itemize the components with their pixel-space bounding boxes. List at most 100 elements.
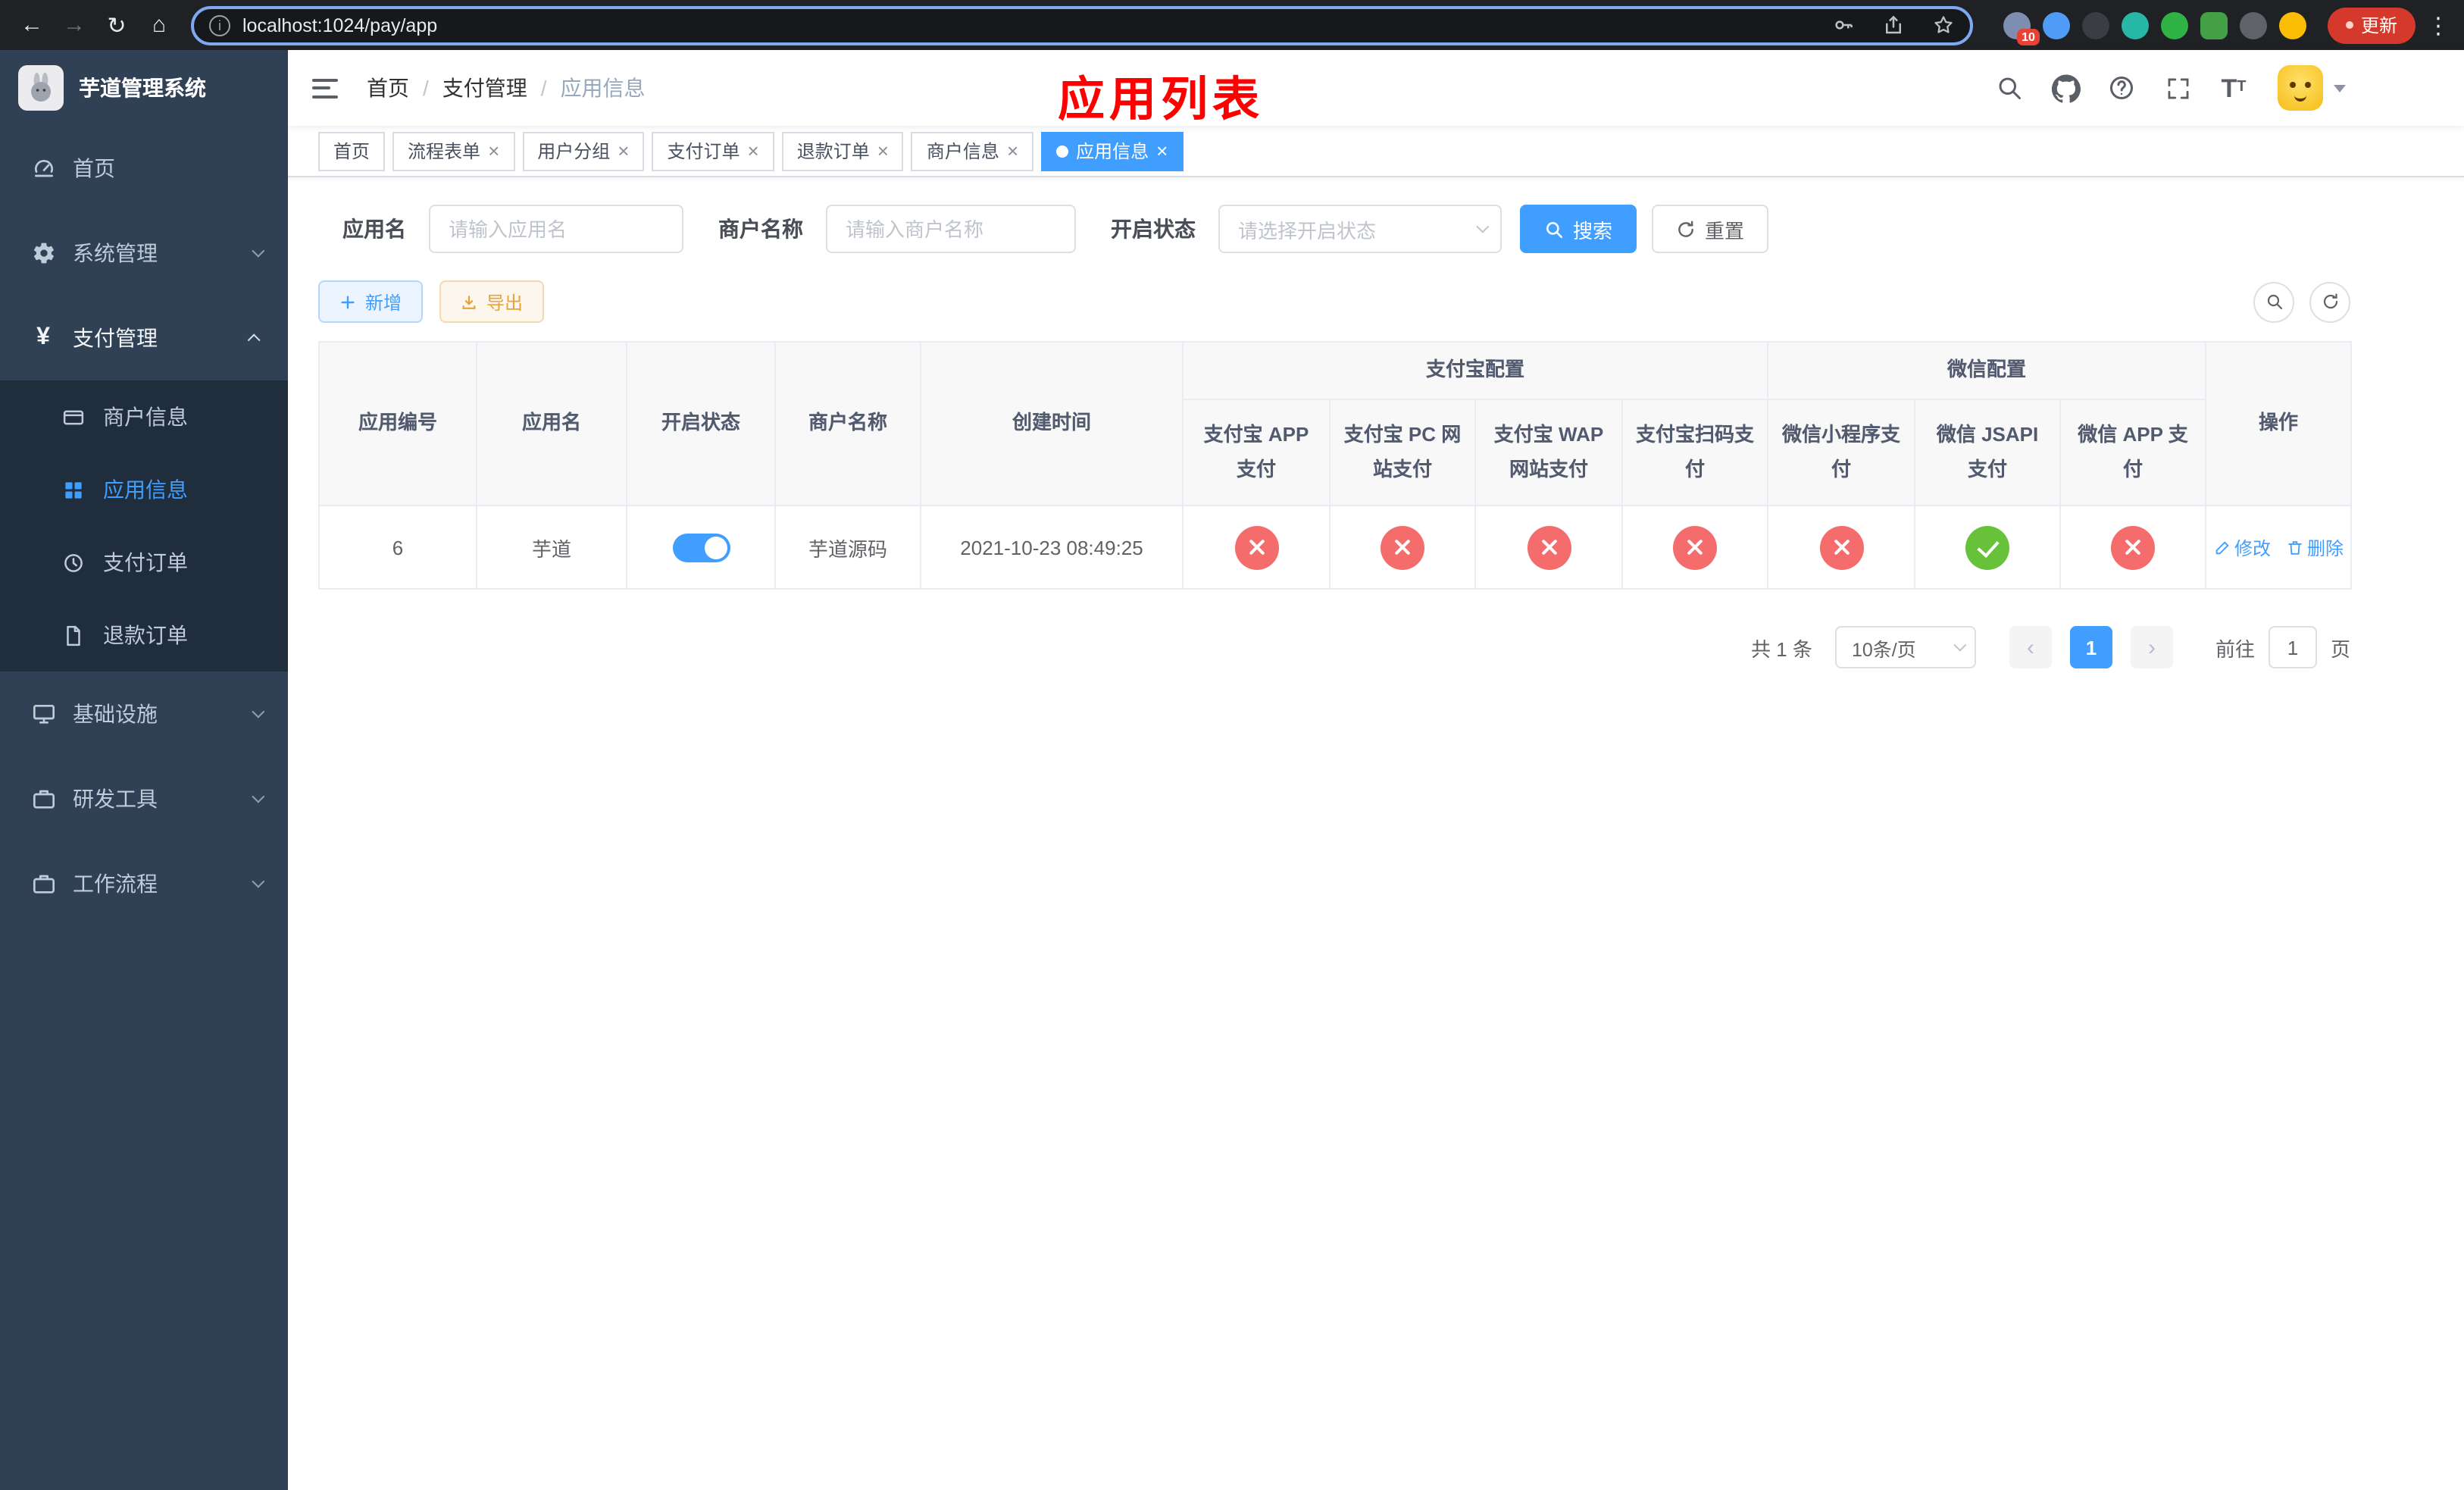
tab-pay-orders[interactable]: 支付订单 × <box>652 131 774 171</box>
sidebar-item-merchant-info[interactable]: 商户信息 <box>0 380 288 453</box>
search-button[interactable]: 搜索 <box>1520 205 1637 253</box>
close-icon[interactable]: × <box>1007 141 1018 161</box>
sidebar-item-label: 商户信息 <box>103 405 188 429</box>
forward-icon[interactable]: → <box>55 5 94 45</box>
disabled-icon <box>1819 525 1864 569</box>
sidebar-item-home[interactable]: 首页 <box>0 126 288 211</box>
sidebar-item-app-info[interactable]: 应用信息 <box>0 453 288 526</box>
status-select[interactable]: 请选择开启状态 <box>1218 205 1502 253</box>
app-logo <box>18 65 64 111</box>
search-icon[interactable] <box>1994 73 2025 103</box>
user-menu[interactable] <box>2278 65 2346 111</box>
password-key-icon[interactable] <box>1832 14 1855 36</box>
refresh-icon <box>2322 293 2337 309</box>
extension-icon-7[interactable] <box>2239 11 2267 39</box>
tab-home[interactable]: 首页 <box>318 131 386 171</box>
reload-icon[interactable]: ↻ <box>97 5 136 45</box>
tab-merchant-info[interactable]: 商户信息 × <box>911 131 1034 171</box>
back-icon[interactable]: ← <box>12 5 52 45</box>
plus-icon <box>341 295 355 308</box>
app-name-input[interactable] <box>429 205 683 253</box>
sidebar-item-payment[interactable]: ¥ 支付管理 <box>0 296 288 380</box>
tab-user-group[interactable]: 用户分组 × <box>522 131 645 171</box>
sidebar-item-refund-orders[interactable]: 退款订单 <box>0 599 288 671</box>
close-icon[interactable]: × <box>618 141 629 161</box>
cell-merchant: 芋道源码 <box>774 505 921 590</box>
extension-icon-6[interactable] <box>2200 11 2228 39</box>
extension-icon-1[interactable]: 10 <box>2003 11 2040 45</box>
close-icon[interactable]: × <box>1156 141 1168 161</box>
breadcrumb-home[interactable]: 首页 <box>367 73 409 103</box>
col-header-merchant: 商户名称 <box>774 341 921 506</box>
status-toggle[interactable] <box>672 533 730 562</box>
extension-icon-4[interactable] <box>2121 11 2149 39</box>
page-1-button[interactable]: 1 <box>2069 626 2112 668</box>
browser-menu-icon[interactable]: ⋮ <box>2425 11 2452 39</box>
tab-process-form[interactable]: 流程表单 × <box>392 131 515 171</box>
delete-link[interactable]: 删除 <box>2286 534 2344 560</box>
group-header-alipay: 支付宝配置 <box>1181 341 1769 400</box>
tab-refund-orders[interactable]: 退款订单 × <box>781 131 904 171</box>
cell-status <box>626 505 776 590</box>
address-bar[interactable]: i localhost:1024/pay/app <box>191 5 1973 45</box>
reset-button[interactable]: 重置 <box>1652 205 1769 253</box>
col-header-alipay-qr: 支付宝扫码支付 <box>1621 399 1769 506</box>
tab-label: 商户信息 <box>926 141 999 162</box>
cell-created: 2021-10-23 08:49:25 <box>920 505 1184 590</box>
goto-label: 前往 <box>2215 637 2255 660</box>
page-size-select[interactable]: 10条/页 <box>1834 626 1976 668</box>
toggle-search-button[interactable] <box>2253 281 2294 322</box>
share-icon[interactable] <box>1882 14 1905 36</box>
export-button-label: 导出 <box>486 292 524 313</box>
goto-page-input[interactable] <box>2268 626 2317 668</box>
sidebar-item-label: 退款订单 <box>103 623 188 647</box>
avatar[interactable] <box>2278 65 2323 111</box>
sidebar-item-label: 系统管理 <box>73 241 158 265</box>
extension-icon-3[interactable] <box>2081 11 2109 39</box>
breadcrumb-payment[interactable]: 支付管理 <box>442 73 527 103</box>
site-info-icon[interactable]: i <box>209 14 230 36</box>
bookmark-star-icon[interactable] <box>1932 14 1955 36</box>
cell-wx-jsapi <box>1914 505 2062 590</box>
sidebar-item-infrastructure[interactable]: 基础设施 <box>0 671 288 756</box>
dashboard-icon <box>30 156 56 180</box>
export-button[interactable]: 导出 <box>439 280 545 323</box>
fullscreen-icon[interactable] <box>2162 73 2193 103</box>
sidebar-item-label: 首页 <box>73 156 115 180</box>
cell-wx-mini <box>1767 505 1916 590</box>
help-icon[interactable] <box>2106 73 2137 103</box>
extensions-area: 10 <box>2003 11 2306 45</box>
font-size-icon[interactable]: TT <box>2219 73 2249 103</box>
close-icon[interactable]: × <box>488 141 499 161</box>
tab-label: 首页 <box>333 141 371 162</box>
extension-icon-2[interactable] <box>2042 11 2070 39</box>
tab-app-info[interactable]: 应用信息 × <box>1041 131 1184 171</box>
merchant-name-input[interactable] <box>826 205 1076 253</box>
extension-icon-8[interactable] <box>2278 11 2306 39</box>
home-icon[interactable]: ⌂ <box>139 5 179 45</box>
sidebar-item-workflow[interactable]: 工作流程 <box>0 841 288 926</box>
cell-actions: 修改 删除 <box>2205 505 2353 590</box>
sidebar-item-pay-orders[interactable]: 支付订单 <box>0 526 288 599</box>
extension-badge: 10 <box>2017 28 2040 45</box>
edit-link[interactable]: 修改 <box>2213 534 2271 560</box>
table-row: 6 芋道 芋道源码 2021-10-23 08:49:25 修改 删除 <box>318 505 2353 590</box>
chevron-down-icon <box>1476 220 1490 233</box>
hamburger-icon[interactable] <box>312 71 346 105</box>
close-icon[interactable]: × <box>877 141 889 161</box>
add-button-label: 新增 <box>365 292 402 313</box>
cell-alipay-qr <box>1621 505 1769 590</box>
sidebar-item-dev-tools[interactable]: 研发工具 <box>0 756 288 841</box>
prev-page-button[interactable]: ‹ <box>2009 626 2052 668</box>
close-icon[interactable]: × <box>748 141 759 161</box>
extension-icon-5[interactable] <box>2160 11 2188 39</box>
add-button[interactable]: 新增 <box>318 280 424 323</box>
github-icon[interactable] <box>2050 73 2081 103</box>
screen: ← → ↻ ⌂ i localhost:1024/pay/app 10 更新 ⋮… <box>0 0 2464 1490</box>
col-header-alipay-app: 支付宝 APP 支付 <box>1182 399 1330 506</box>
browser-toolbar: ← → ↻ ⌂ i localhost:1024/pay/app 10 更新 ⋮ <box>0 0 2464 50</box>
refresh-table-button[interactable] <box>2309 281 2350 322</box>
browser-update-button[interactable]: 更新 <box>2327 7 2416 43</box>
next-page-button[interactable]: › <box>2130 626 2173 668</box>
sidebar-item-system[interactable]: 系统管理 <box>0 211 288 296</box>
